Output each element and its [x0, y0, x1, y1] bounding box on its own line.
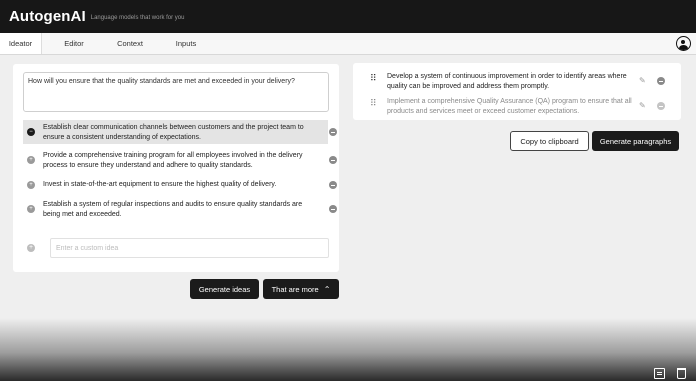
idea-text: Provide a comprehensive training program… — [43, 152, 303, 169]
generate-paragraphs-button[interactable]: Generate paragraphs — [592, 131, 679, 151]
add-idea-icon[interactable]: + — [27, 205, 35, 213]
custom-idea-input[interactable]: Enter a custom idea — [50, 238, 329, 258]
remove-idea-icon[interactable] — [329, 181, 337, 189]
tab-context[interactable]: Context — [102, 33, 158, 54]
copy-to-clipboard-button[interactable]: Copy to clipboard — [510, 131, 589, 151]
chevron-up-icon: ⌃ — [323, 284, 331, 294]
tab-inputs[interactable]: Inputs — [158, 33, 214, 54]
pencil-icon[interactable]: ✎ — [639, 76, 646, 85]
copy-to-clipboard-label: Copy to clipboard — [520, 136, 579, 146]
that-are-more-button[interactable]: That are more ⌃ — [263, 279, 339, 299]
user-body — [678, 45, 688, 50]
paragraph-item[interactable]: ⠿ Implement a comprehensive Quality Assu… — [353, 96, 681, 116]
question-input[interactable]: How will you ensure that the quality sta… — [23, 72, 329, 112]
bottom-shadow-overlay — [0, 318, 696, 381]
tab-editor[interactable]: Editor — [46, 33, 102, 54]
idea-item[interactable]: + Provide a comprehensive training progr… — [23, 148, 337, 172]
remove-idea-icon[interactable] — [329, 128, 337, 136]
tab-ideator[interactable]: Ideator — [0, 33, 42, 54]
add-idea-icon[interactable]: + — [27, 156, 35, 164]
app-tagline: Language models that work for you — [90, 15, 185, 21]
idea-text: Establish a system of regular inspection… — [43, 201, 303, 218]
add-idea-icon[interactable]: + — [27, 181, 35, 189]
pencil-icon[interactable]: ✎ — [639, 101, 646, 110]
ideas-panel: How will you ensure that the quality sta… — [13, 64, 339, 272]
idea-selected-icon: − — [27, 128, 35, 136]
generate-paragraphs-label: Generate paragraphs — [599, 136, 672, 146]
document-icon[interactable] — [654, 368, 665, 379]
generate-ideas-label: Generate ideas — [198, 284, 251, 294]
paragraph-text: Implement a comprehensive Quality Assura… — [387, 98, 632, 115]
paragraph-text: Develop a system of continuous improveme… — [387, 73, 627, 90]
tab-bar: Ideator Editor Context Inputs — [0, 33, 696, 55]
remove-idea-icon[interactable] — [329, 205, 337, 213]
plus-circle-icon[interactable]: + — [27, 244, 35, 252]
drag-handle-icon[interactable]: ⠿ — [370, 74, 377, 83]
idea-item[interactable]: − Establish clear communication channels… — [23, 120, 337, 144]
generate-ideas-button[interactable]: Generate ideas — [190, 279, 259, 299]
user-circle-icon[interactable] — [676, 36, 691, 51]
minus-circle-icon[interactable] — [657, 77, 665, 85]
minus-circle-icon[interactable] — [657, 102, 665, 110]
idea-item[interactable]: + Establish a system of regular inspecti… — [23, 199, 337, 223]
trash-icon[interactable] — [677, 368, 686, 379]
idea-item[interactable]: + Invest in state-of-the-art equipment t… — [23, 179, 337, 193]
that-are-more-label: That are more — [271, 284, 319, 294]
paragraph-panel: ⠿ Develop a system of continuous improve… — [353, 63, 681, 120]
paragraph-item[interactable]: ⠿ Develop a system of continuous improve… — [353, 71, 681, 91]
drag-handle-icon[interactable]: ⠿ — [370, 99, 377, 108]
user-head — [681, 39, 686, 44]
top-bar: AutogenAI Language models that work for … — [0, 0, 696, 33]
idea-text: Invest in state-of-the-art equipment to … — [43, 181, 277, 188]
idea-text: Establish clear communication channels b… — [43, 124, 304, 141]
app-logo: AutogenAI — [9, 8, 86, 25]
remove-idea-icon[interactable] — [329, 156, 337, 164]
